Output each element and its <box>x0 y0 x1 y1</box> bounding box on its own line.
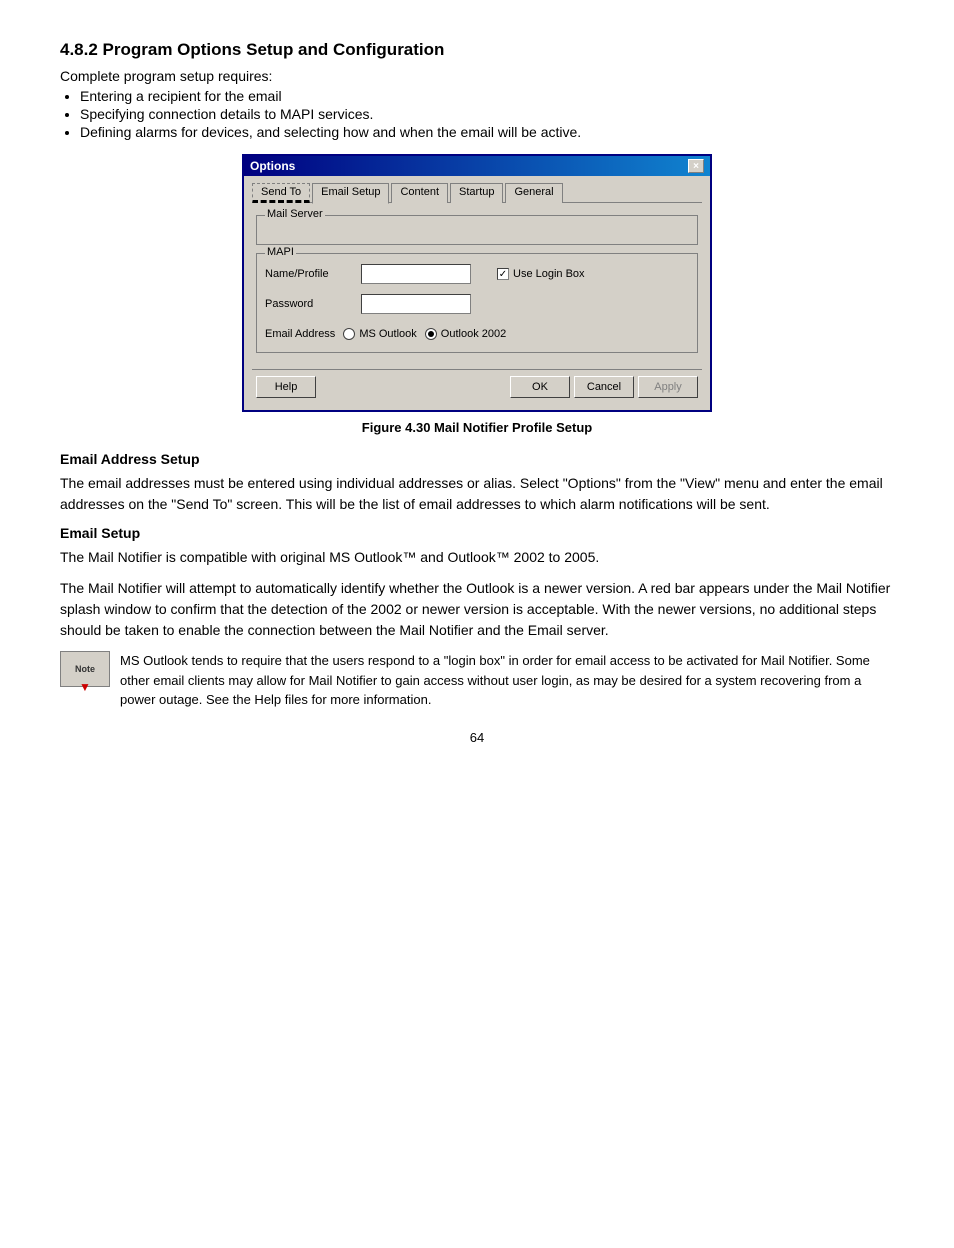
cancel-button[interactable]: Cancel <box>574 376 634 398</box>
dialog-body: Send To Email Setup Content Startup Gene… <box>244 176 710 410</box>
dialog-titlebar: Options × <box>244 156 710 176</box>
email-address-row: Email Address MS Outlook Outlook 2002 <box>265 324 689 344</box>
options-dialog: Options × Send To Email Setup Content St… <box>242 154 712 412</box>
password-input[interactable] <box>361 294 471 314</box>
dialog-close-button[interactable]: × <box>688 159 704 173</box>
note-text: MS Outlook tends to require that the use… <box>120 651 894 710</box>
bullet-list: Entering a recipient for the email Speci… <box>80 88 894 140</box>
name-profile-input[interactable] <box>361 264 471 284</box>
radio-ms-outlook-group: MS Outlook <box>343 328 416 340</box>
tab-content[interactable]: Content <box>391 183 448 203</box>
email-address-setup-paragraph: The email addresses must be entered usin… <box>60 473 894 515</box>
password-label: Password <box>265 298 355 310</box>
radio-ms-outlook[interactable] <box>343 328 355 340</box>
radio-outlook-2002[interactable] <box>425 328 437 340</box>
tab-send-to[interactable]: Send To <box>252 183 310 203</box>
radio-outlook-2002-group: Outlook 2002 <box>425 328 506 340</box>
email-address-setup-heading: Email Address Setup <box>60 451 894 467</box>
mapi-label: MAPI <box>265 246 296 258</box>
note-icon: Note <box>60 651 110 687</box>
name-profile-label: Name/Profile <box>265 268 355 280</box>
mapi-group: MAPI Name/Profile ✓ Use Login Box Passwo… <box>256 253 698 353</box>
tabs-row: Send To Email Setup Content Startup Gene… <box>252 182 702 203</box>
name-profile-row: Name/Profile ✓ Use Login Box <box>265 264 689 284</box>
bullet-item-3: Defining alarms for devices, and selecti… <box>80 124 894 140</box>
note-box: Note MS Outlook tends to require that th… <box>60 651 894 710</box>
radio-outlook-2002-label: Outlook 2002 <box>441 328 506 340</box>
dialog-wrapper: Options × Send To Email Setup Content St… <box>60 154 894 412</box>
mail-server-label: Mail Server <box>265 208 325 220</box>
email-setup-paragraph2: The Mail Notifier will attempt to automa… <box>60 578 894 641</box>
use-login-checkbox[interactable]: ✓ <box>497 268 509 280</box>
figure-caption: Figure 4.30 Mail Notifier Profile Setup <box>60 420 894 435</box>
use-login-label: Use Login Box <box>513 268 585 280</box>
password-row: Password <box>265 294 689 314</box>
bullet-item-2: Specifying connection details to MAPI se… <box>80 106 894 122</box>
mail-server-group: Mail Server <box>256 215 698 245</box>
intro-text: Complete program setup requires: <box>60 68 894 84</box>
dialog-content: Mail Server MAPI Name/Profile ✓ Use Logi… <box>252 211 702 365</box>
note-icon-text: Note <box>75 664 95 674</box>
dialog-buttons: Help OK Cancel Apply <box>252 369 702 402</box>
radio-ms-outlook-label: MS Outlook <box>359 328 416 340</box>
bullet-item-1: Entering a recipient for the email <box>80 88 894 104</box>
page-number: 64 <box>60 730 894 745</box>
tab-startup[interactable]: Startup <box>450 183 503 203</box>
use-login-box-container: ✓ Use Login Box <box>497 268 585 280</box>
apply-button[interactable]: Apply <box>638 376 698 398</box>
section-heading: 4.8.2 Program Options Setup and Configur… <box>60 40 894 60</box>
email-address-label: Email Address <box>265 328 335 340</box>
tab-general[interactable]: General <box>505 183 562 203</box>
tab-email-setup[interactable]: Email Setup <box>312 183 389 204</box>
email-setup-heading: Email Setup <box>60 525 894 541</box>
email-setup-paragraph1: The Mail Notifier is compatible with ori… <box>60 547 894 568</box>
ok-button[interactable]: OK <box>510 376 570 398</box>
dialog-title: Options <box>250 159 295 173</box>
help-button[interactable]: Help <box>256 376 316 398</box>
